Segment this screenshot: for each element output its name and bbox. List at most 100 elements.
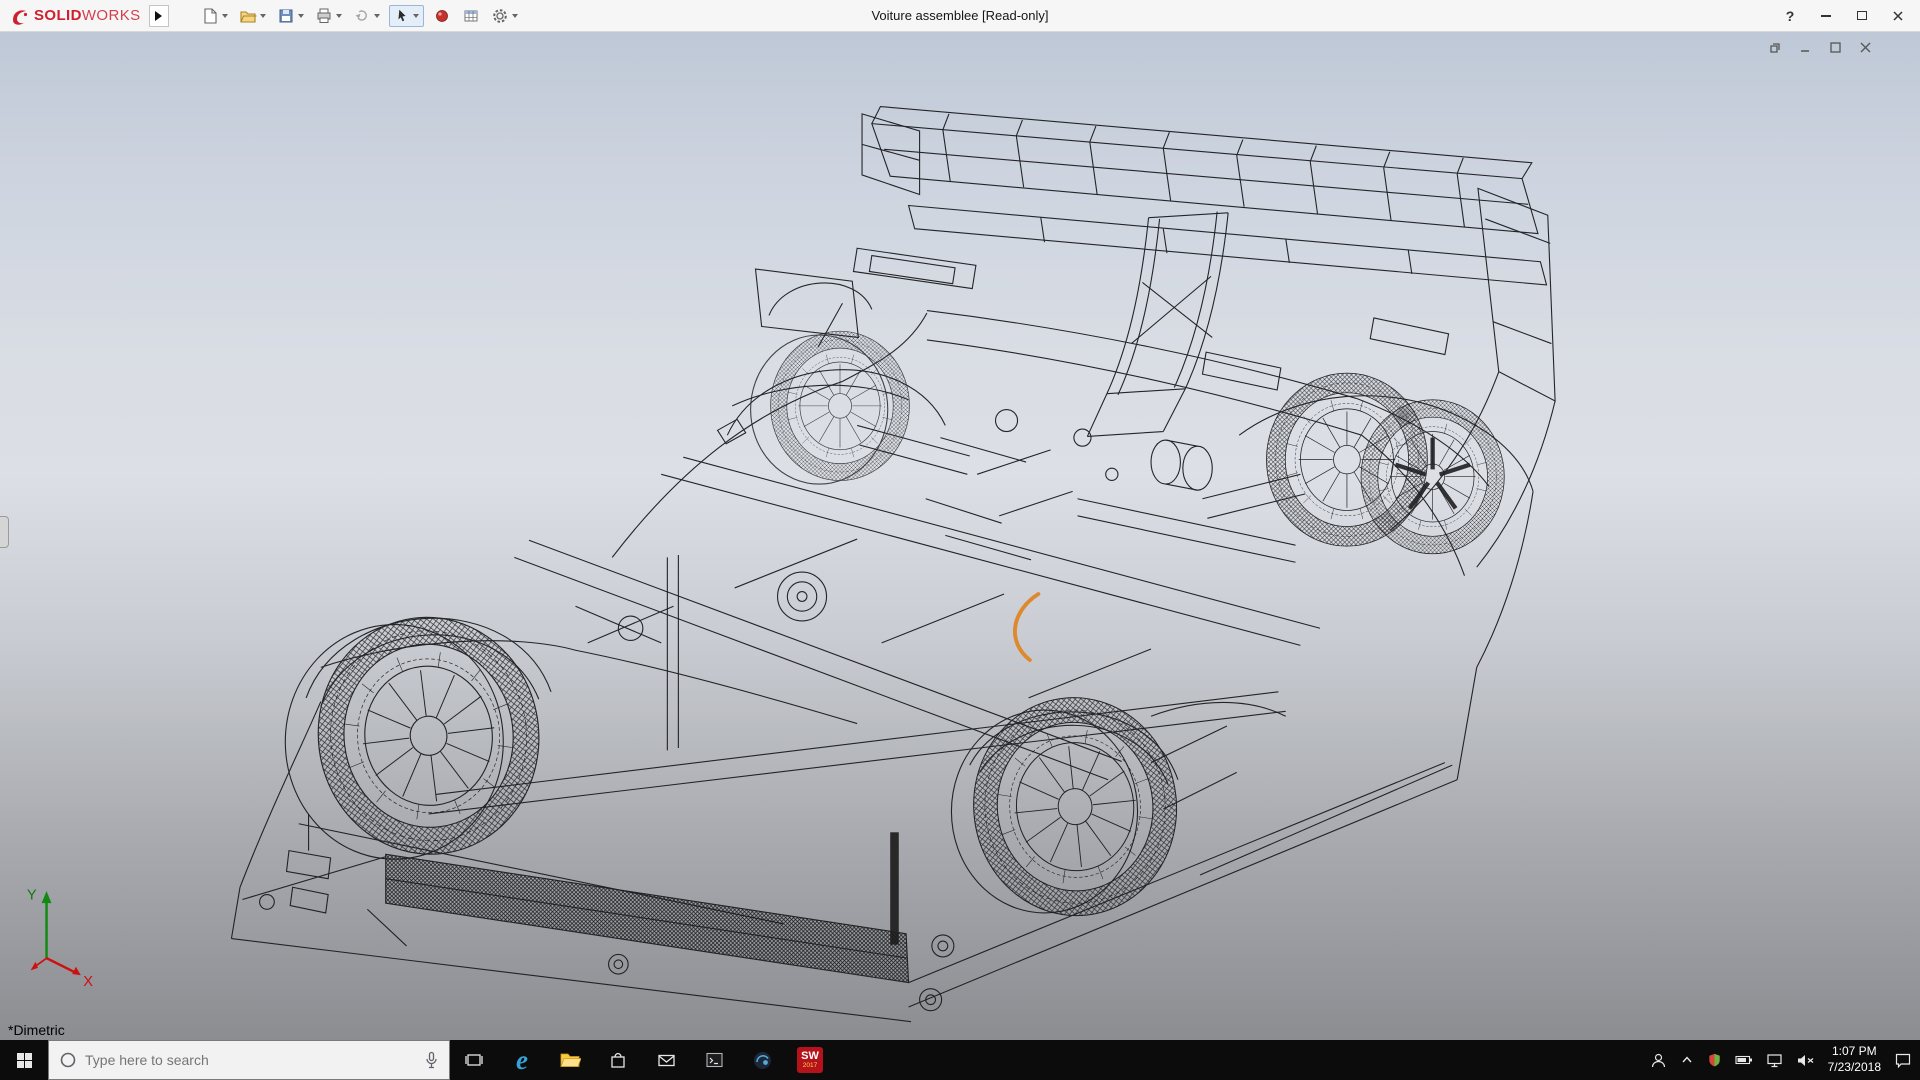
dropdown-caret	[413, 14, 419, 18]
task-view-button[interactable]	[450, 1040, 498, 1080]
design-table-icon	[462, 7, 480, 25]
clock-date: 7/23/2018	[1828, 1060, 1881, 1076]
mail-button[interactable]	[642, 1040, 690, 1080]
design-table-button[interactable]	[460, 5, 482, 27]
undo-icon	[353, 7, 371, 25]
store-bag-icon	[608, 1050, 628, 1070]
minimize-button[interactable]	[1808, 0, 1844, 31]
security-tray-button[interactable]	[1707, 1052, 1722, 1068]
y-axis-arrow	[42, 891, 52, 903]
select-cursor-icon	[394, 8, 410, 24]
microphone-icon[interactable]	[424, 1051, 439, 1069]
close-icon	[1892, 10, 1904, 22]
mail-envelope-icon	[656, 1050, 677, 1070]
dropdown-caret	[298, 14, 304, 18]
file-explorer-icon	[559, 1050, 581, 1070]
x-axis-label: X	[83, 974, 93, 990]
people-icon	[1650, 1052, 1667, 1069]
volume-button[interactable]	[1796, 1053, 1815, 1068]
graphics-viewport[interactable]: Y X *Dimetric	[0, 32, 1920, 1040]
dropdown-caret	[336, 14, 342, 18]
antivirus-shield-icon	[1707, 1052, 1722, 1068]
y-axis-label: Y	[27, 888, 37, 904]
clock-time: 1:07 PM	[1828, 1044, 1881, 1060]
appearances-button[interactable]	[431, 5, 453, 27]
dropdown-caret	[260, 14, 266, 18]
network-button[interactable]	[1766, 1053, 1783, 1068]
save-floppy-icon	[277, 7, 295, 25]
blue-circle-app-button[interactable]	[738, 1040, 786, 1080]
doc-restore-button[interactable]	[1764, 38, 1786, 56]
dropdown-caret	[222, 14, 228, 18]
view-orientation-label: *Dimetric	[8, 1022, 65, 1038]
brand-bold: SOLID	[34, 7, 82, 24]
command-prompt-icon	[704, 1050, 725, 1070]
flyout-arrow-icon	[155, 11, 162, 21]
search-input[interactable]	[85, 1052, 416, 1068]
z-axis-arrow	[31, 962, 38, 971]
file-explorer-button[interactable]	[546, 1040, 594, 1080]
system-tray: 1:07 PM 7/23/2018	[1644, 1040, 1920, 1080]
start-button[interactable]	[0, 1040, 48, 1080]
scene-canvas: Y X	[0, 32, 1920, 1040]
sw-badge-text: SW	[801, 1051, 819, 1062]
edge-button[interactable]: e	[498, 1040, 546, 1080]
maximize-icon	[1857, 11, 1867, 20]
open-button[interactable]	[237, 5, 268, 27]
action-center-button[interactable]	[1894, 1052, 1912, 1068]
battery-icon	[1735, 1053, 1753, 1067]
edge-icon: e	[516, 1047, 528, 1074]
minimize-icon	[1798, 40, 1813, 55]
maximize-button[interactable]	[1844, 0, 1880, 31]
close-button[interactable]	[1880, 0, 1916, 31]
doc-close-button[interactable]	[1854, 38, 1876, 56]
volume-muted-icon	[1796, 1053, 1815, 1068]
people-button[interactable]	[1650, 1052, 1667, 1069]
dassault-systemes-logo	[10, 6, 30, 26]
close-icon	[1858, 40, 1873, 55]
help-button[interactable]: ?	[1772, 0, 1808, 31]
chevron-up-icon	[1680, 1053, 1694, 1067]
undo-button[interactable]	[351, 5, 382, 27]
taskbar-search	[48, 1040, 450, 1080]
solidworks-2017-icon: SW 2017	[797, 1047, 823, 1073]
windows-logo-icon	[16, 1052, 33, 1069]
select-tool-button[interactable]	[389, 5, 424, 27]
taskbar-clock[interactable]: 1:07 PM 7/23/2018	[1828, 1044, 1881, 1075]
panel-collapse-tab[interactable]	[0, 516, 9, 548]
action-center-icon	[1894, 1052, 1912, 1068]
new-document-button[interactable]	[199, 5, 230, 27]
quick-toolbar	[199, 5, 520, 27]
minimize-icon	[1821, 15, 1831, 17]
dropdown-caret	[374, 14, 380, 18]
store-button[interactable]	[594, 1040, 642, 1080]
network-monitor-icon	[1766, 1053, 1783, 1068]
dropdown-caret	[512, 14, 518, 18]
restore-icon	[1768, 40, 1783, 55]
new-document-icon	[201, 7, 219, 25]
doc-maximize-button[interactable]	[1824, 38, 1846, 56]
doc-minimize-button[interactable]	[1794, 38, 1816, 56]
solidworks-app-button[interactable]: SW 2017	[786, 1040, 834, 1080]
print-button[interactable]	[313, 5, 344, 27]
sw-badge-year: 2017	[803, 1063, 817, 1070]
help-label: ?	[1786, 8, 1795, 24]
document-window-controls	[1764, 38, 1876, 56]
command-prompt-button[interactable]	[690, 1040, 738, 1080]
task-view-icon	[464, 1050, 484, 1070]
windows-taskbar: e	[0, 1040, 1920, 1080]
window-controls: ?	[1772, 0, 1916, 31]
wireframe-car-model[interactable]	[231, 107, 1555, 1022]
gear-icon	[491, 7, 509, 25]
menu-flyout-button[interactable]	[149, 5, 169, 27]
solidworks-window: SOLIDWORKS	[0, 0, 1920, 1080]
titlebar: SOLIDWORKS	[0, 0, 1920, 32]
highlighted-edge[interactable]	[1015, 594, 1038, 660]
battery-button[interactable]	[1735, 1053, 1753, 1067]
solidworks-brand: SOLIDWORKS	[4, 6, 147, 26]
open-folder-icon	[239, 7, 257, 25]
hidden-icons-button[interactable]	[1680, 1053, 1694, 1067]
brand-light: WORKS	[82, 7, 141, 24]
save-button[interactable]	[275, 5, 306, 27]
options-button[interactable]	[489, 5, 520, 27]
